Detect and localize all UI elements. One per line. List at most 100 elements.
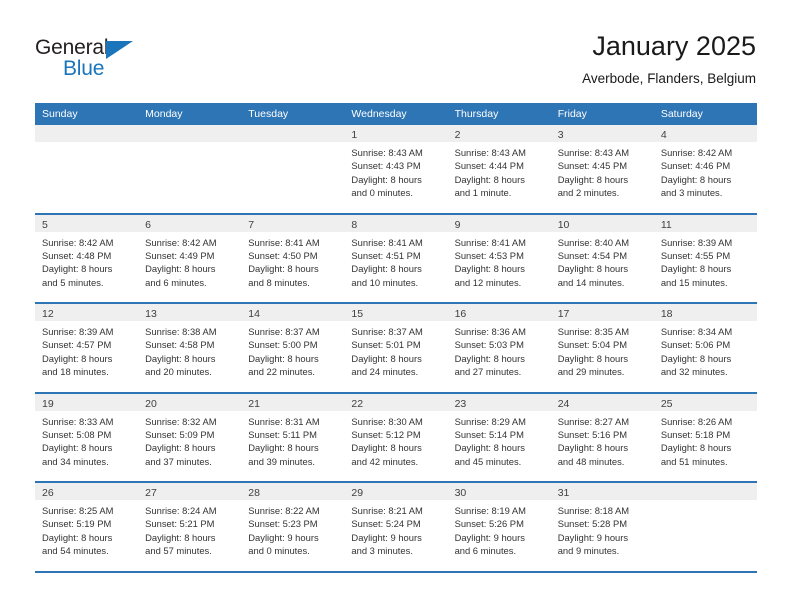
day-detail-text: Sunrise: 8:22 AM Sunset: 5:23 PM Daylight:… — [241, 500, 344, 558]
day-number-band: 8 — [344, 214, 448, 232]
day-detail-line: Daylight: 8 hours — [351, 352, 422, 364]
day-cell-1[interactable]: 1 Sunrise: 8:43 AM Sunset: 4:43 PM Daylight… — [344, 125, 448, 213]
day-cell-7[interactable]: 7 Sunrise: 8:41 AM Sunset: 4:50 PM Daylight… — [241, 214, 345, 302]
day-cell-3[interactable]: 3 Sunrise: 8:43 AM Sunset: 4:45 PM Daylight… — [550, 125, 654, 213]
day-detail-line: Sunset: 5:18 PM — [660, 428, 731, 440]
day-detail-line: and 39 minutes. — [248, 455, 315, 467]
day-cell-5[interactable]: 5 Sunrise: 8:42 AM Sunset: 4:48 PM Daylight… — [35, 214, 139, 302]
day-cell-8[interactable]: 8 Sunrise: 8:41 AM Sunset: 4:51 PM Daylight… — [344, 214, 448, 302]
day-detail-line: Sunset: 4:53 PM — [454, 249, 524, 261]
day-cell-29[interactable]: 29 Sunrise: 8:21 AM Sunset: 5:24 PM Dayligh… — [344, 483, 448, 571]
day-detail-line: Sunrise: 8:34 AM — [660, 326, 733, 337]
day-detail-line: Sunset: 4:51 PM — [351, 249, 421, 261]
general-blue-logo[interactable]: General Blue — [35, 36, 155, 84]
day-detail-line: Sunset: 4:58 PM — [145, 339, 215, 351]
day-detail-line: and 3 minutes. — [351, 545, 413, 557]
day-detail-line: Sunrise: 8:42 AM — [145, 236, 217, 248]
day-cell-28[interactable]: 28 Sunrise: 8:22 AM Sunset: 5:23 PM Dayligh… — [241, 483, 345, 571]
calendar-week-row: 19 Sunrise: 8:33 AM Sunset: 5:08 PM Dayligh… — [35, 393, 757, 483]
day-number-band: 25 — [653, 393, 757, 411]
day-detail-line: Sunset: 5:23 PM — [248, 518, 318, 530]
day-cell-22[interactable]: 22 Sunrise: 8:30 AM Sunset: 5:12 PM Dayligh… — [344, 393, 448, 481]
day-cell-15[interactable]: 15 Sunrise: 8:37 AM Sunset: 5:01 PM Dayligh… — [344, 304, 448, 392]
day-detail-line: Sunrise: 8:33 AM — [42, 415, 114, 427]
day-detail-line: Daylight: 8 hours — [454, 442, 525, 454]
day-number-band: 7 — [241, 214, 345, 232]
day-detail-text: Sunrise: 8:21 AM Sunset: 5:24 PM Daylight:… — [344, 500, 447, 558]
day-detail-line: Daylight: 8 hours — [454, 352, 525, 364]
day-number: 24 — [557, 397, 570, 410]
weekday-header-thursday: Thursday — [454, 108, 499, 120]
day-number-band — [35, 125, 139, 142]
day-cell-14[interactable]: 14 Sunrise: 8:37 AM Sunset: 5:00 PM Dayligh… — [241, 304, 345, 392]
day-detail-line: Sunset: 5:11 PM — [248, 428, 317, 440]
day-detail-text: Sunrise: 8:37 AM Sunset: 5:01 PM Daylight:… — [344, 321, 447, 379]
day-cell-26[interactable]: 26 Sunrise: 8:25 AM Sunset: 5:19 PM Dayligh… — [35, 483, 139, 571]
day-number: 30 — [454, 487, 467, 499]
day-cell-24[interactable]: 24 Sunrise: 8:27 AM Sunset: 5:16 PM Dayligh… — [550, 393, 654, 481]
day-cell-31[interactable]: 31 Sunrise: 8:18 AM Sunset: 5:28 PM Dayligh… — [550, 483, 654, 571]
day-cell-18[interactable]: 18 Sunrise: 8:34 AM Sunset: 5:06 PM Dayligh… — [653, 304, 757, 392]
day-cell-9[interactable]: 9 Sunrise: 8:41 AM Sunset: 4:53 PM Daylight… — [447, 214, 551, 302]
day-detail-line: and 12 minutes. — [454, 276, 522, 288]
day-number-band: 4 — [653, 125, 757, 142]
day-cell-12[interactable]: 12 Sunrise: 8:39 AM Sunset: 4:57 PM Dayligh… — [35, 304, 139, 392]
day-detail-line: Sunset: 5:00 PM — [248, 339, 318, 351]
day-number: 25 — [660, 397, 673, 410]
day-detail-line: Daylight: 8 hours — [248, 442, 319, 454]
day-detail-line: and 22 minutes. — [248, 366, 315, 378]
day-number: 21 — [248, 397, 260, 410]
day-detail-line: Sunrise: 8:43 AM — [454, 147, 526, 158]
day-cell-13[interactable]: 13 Sunrise: 8:38 AM Sunset: 4:58 PM Dayligh… — [138, 304, 242, 392]
day-detail-line: Daylight: 9 hours — [454, 531, 525, 543]
day-number: 22 — [351, 397, 364, 410]
day-cell-4[interactable]: 4 Sunrise: 8:42 AM Sunset: 4:46 PM Daylight… — [653, 125, 757, 213]
calendar-week-row: 12 Sunrise: 8:39 AM Sunset: 4:57 PM Dayligh… — [35, 304, 757, 394]
day-detail-line: Sunset: 5:12 PM — [351, 428, 421, 440]
day-detail-text: Sunrise: 8:36 AM Sunset: 5:03 PM Daylight:… — [448, 321, 551, 379]
day-number-band: 26 — [35, 483, 139, 500]
day-cell-16[interactable]: 16 Sunrise: 8:36 AM Sunset: 5:03 PM Dayligh… — [447, 304, 551, 392]
day-number-band: 29 — [344, 483, 448, 500]
day-cell-21[interactable]: 21 Sunrise: 8:31 AM Sunset: 5:11 PM Dayligh… — [241, 393, 345, 481]
day-detail-line: and 24 minutes. — [351, 366, 419, 378]
day-cell-10[interactable]: 10 Sunrise: 8:40 AM Sunset: 4:54 PM Dayligh… — [550, 214, 654, 302]
day-detail-line: Sunset: 4:49 PM — [145, 249, 215, 261]
calendar-page: General Blue January 2025 Averbode, Flan… — [0, 0, 792, 612]
day-number: 10 — [557, 218, 570, 231]
day-cell-11[interactable]: 11 Sunrise: 8:39 AM Sunset: 4:55 PM Dayligh… — [653, 214, 757, 302]
day-detail-line: Sunrise: 8:41 AM — [454, 236, 526, 248]
day-detail-line: Sunrise: 8:24 AM — [145, 505, 217, 516]
title-block: January 2025 Averbode, Flanders, Belgium — [582, 30, 756, 88]
day-number-band: 14 — [241, 304, 345, 321]
day-cell-27[interactable]: 27 Sunrise: 8:24 AM Sunset: 5:21 PM Dayligh… — [138, 483, 242, 571]
day-detail-text: Sunrise: 8:40 AM Sunset: 4:54 PM Daylight:… — [551, 232, 654, 290]
day-detail-line: Daylight: 8 hours — [42, 531, 113, 543]
day-number-band — [138, 125, 242, 142]
day-cell-6[interactable]: 6 Sunrise: 8:42 AM Sunset: 4:49 PM Daylight… — [138, 214, 242, 302]
day-detail-line: Daylight: 8 hours — [660, 173, 732, 185]
day-detail-line: Daylight: 8 hours — [557, 263, 629, 275]
day-detail-text: Sunrise: 8:26 AM Sunset: 5:18 PM Daylight:… — [654, 411, 757, 469]
day-detail-line: and 48 minutes. — [557, 455, 625, 467]
day-cell-30[interactable]: 30 Sunrise: 8:19 AM Sunset: 5:26 PM Dayligh… — [447, 483, 551, 571]
day-cell-19[interactable]: 19 Sunrise: 8:33 AM Sunset: 5:08 PM Dayligh… — [35, 393, 139, 481]
day-detail-line: Sunrise: 8:30 AM — [351, 415, 423, 427]
day-detail-text — [138, 142, 241, 146]
day-cell-17[interactable]: 17 Sunrise: 8:35 AM Sunset: 5:04 PM Dayligh… — [550, 304, 654, 392]
day-detail-line: Sunset: 5:16 PM — [557, 428, 628, 440]
day-number-band: 21 — [241, 393, 345, 411]
day-cell-23[interactable]: 23 Sunrise: 8:29 AM Sunset: 5:14 PM Dayligh… — [447, 393, 551, 481]
day-detail-line: and 54 minutes. — [42, 545, 109, 557]
logo-triangle-icon — [106, 41, 133, 59]
weekday-header-row: Sunday Monday Tuesday Wednesday Thursday Frid… — [35, 103, 757, 125]
day-detail-line: and 45 minutes. — [454, 455, 522, 467]
day-cell-20[interactable]: 20 Sunrise: 8:32 AM Sunset: 5:09 PM Dayligh… — [138, 393, 242, 481]
day-detail-line: Sunset: 5:19 PM — [42, 518, 112, 530]
day-cell-25[interactable]: 25 Sunrise: 8:26 AM Sunset: 5:18 PM Dayligh… — [653, 393, 757, 481]
day-detail-line: Sunset: 5:08 PM — [42, 428, 112, 440]
day-detail-line: Sunset: 4:48 PM — [42, 249, 112, 261]
day-detail-line: Daylight: 8 hours — [248, 352, 319, 364]
day-cell-2[interactable]: 2 Sunrise: 8:43 AM Sunset: 4:44 PM Daylight… — [447, 125, 551, 213]
day-number: 13 — [145, 308, 157, 320]
